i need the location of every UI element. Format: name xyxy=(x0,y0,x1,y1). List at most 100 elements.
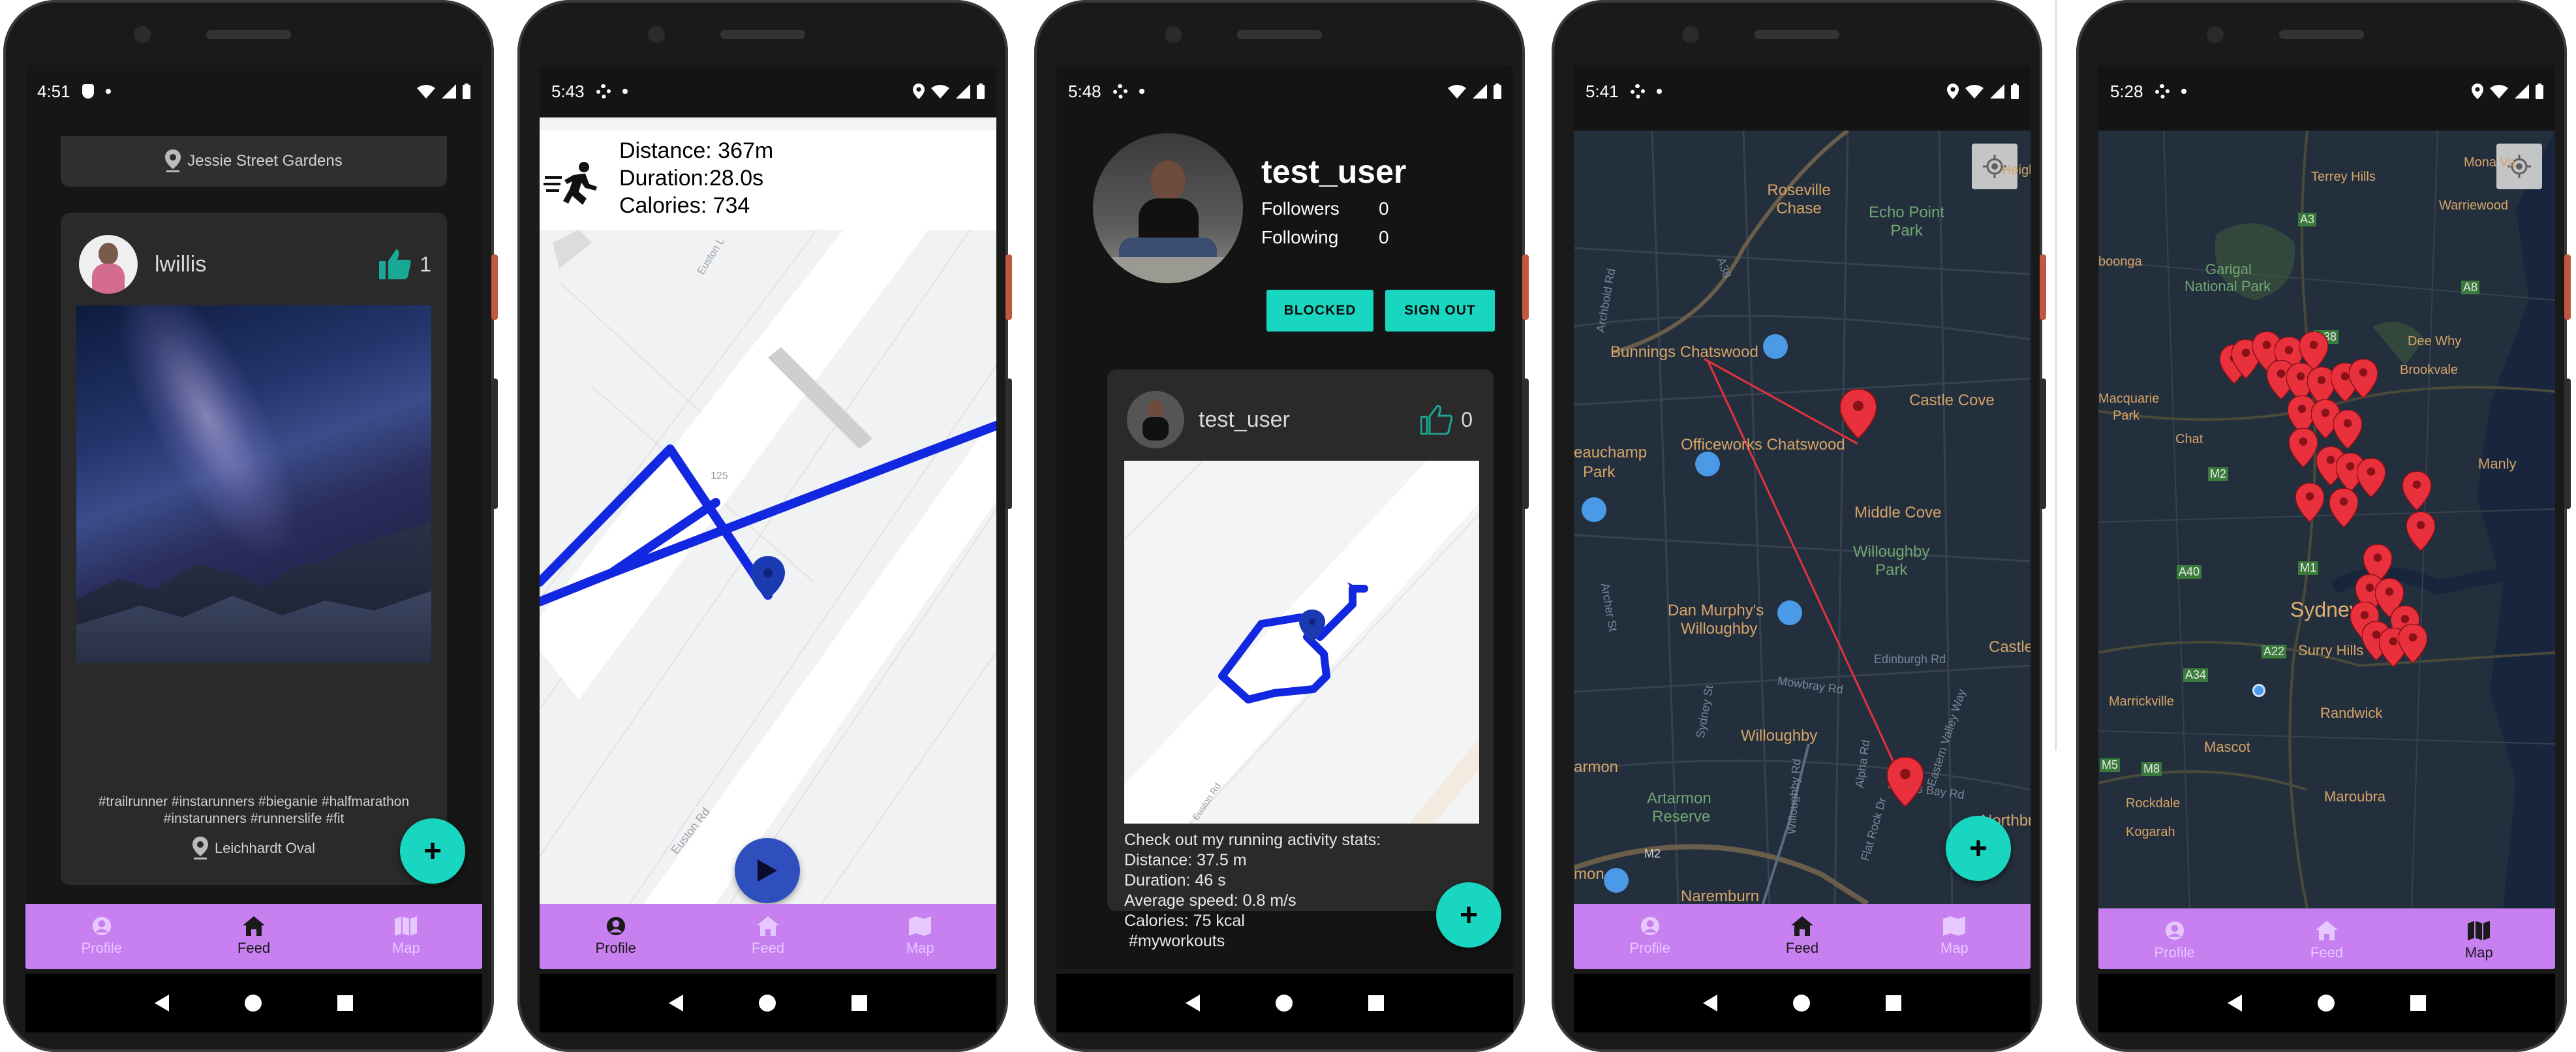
nav-label: Feed xyxy=(1785,940,1819,956)
map-label: Willoughby xyxy=(1853,543,1930,561)
status-icons xyxy=(1448,84,1501,99)
recents-icon[interactable] xyxy=(337,995,353,1011)
avatar[interactable] xyxy=(1127,391,1184,448)
shopping-bag-icon[interactable] xyxy=(1763,334,1788,359)
home-button-icon[interactable] xyxy=(759,995,776,1012)
shopping-bag-icon[interactable] xyxy=(1777,600,1802,625)
post-username[interactable]: test_user xyxy=(1199,407,1290,433)
map-label: Roseville Chase xyxy=(1767,181,1831,217)
post-location[interactable]: Leichhardt Oval xyxy=(61,837,447,860)
nav-feed[interactable]: Feed xyxy=(177,904,330,969)
location-card[interactable]: Jessie Street Gardens xyxy=(61,136,447,187)
recents-icon[interactable] xyxy=(851,995,867,1011)
map-marker-icon[interactable] xyxy=(2289,428,2318,467)
post-header: lwillis 1 xyxy=(79,235,431,294)
notification-dot-icon xyxy=(1656,89,1662,94)
blocked-button[interactable]: BLOCKED xyxy=(1266,290,1373,332)
nav-feed[interactable]: Feed xyxy=(1726,904,1878,969)
shopping-bag-icon[interactable] xyxy=(1695,452,1720,476)
speaker xyxy=(1237,30,1322,39)
start-run-button[interactable] xyxy=(735,838,800,903)
signal-icon xyxy=(956,84,970,99)
recents-icon[interactable] xyxy=(1886,995,1901,1011)
nav-map[interactable]: Map xyxy=(330,904,482,969)
profile-avatar[interactable] xyxy=(1093,133,1243,283)
profile-icon xyxy=(1640,916,1659,936)
signal-icon xyxy=(1473,84,1487,99)
map-marker-icon[interactable] xyxy=(2349,359,2378,398)
home-icon xyxy=(242,916,265,936)
followers-count: 0 xyxy=(1379,198,1389,219)
map-label: Manly xyxy=(2478,456,2517,472)
avatar[interactable] xyxy=(79,235,138,294)
nav-feed[interactable]: Feed xyxy=(2250,908,2402,969)
nav-profile[interactable]: Profile xyxy=(1574,904,1726,969)
like-button[interactable]: 0 xyxy=(1420,405,1473,435)
home-button-icon[interactable] xyxy=(245,995,262,1012)
road-label: M1 xyxy=(2298,561,2319,575)
speaker xyxy=(1755,30,1839,39)
map-label: Randwick xyxy=(2320,705,2383,721)
home-button-icon[interactable] xyxy=(2318,995,2335,1012)
route-map[interactable]: Euston L Euston Rd 125 xyxy=(540,230,996,904)
post-username[interactable]: lwillis xyxy=(155,252,206,277)
back-icon[interactable] xyxy=(669,995,683,1012)
post-card[interactable]: lwillis 1 #trailrunner #instarunners #bi… xyxy=(61,213,447,885)
route-map-canvas: Euston L Euston Rd 125 xyxy=(540,230,996,904)
shopping-bag-icon[interactable] xyxy=(1604,868,1629,893)
post-photo[interactable] xyxy=(76,305,431,663)
following-row[interactable]: Following 0 xyxy=(1261,227,1389,248)
map-marker-icon[interactable] xyxy=(1840,389,1877,439)
add-post-button[interactable]: + xyxy=(1946,816,2011,881)
map-label: Park xyxy=(1875,561,1908,579)
map-marker-icon[interactable] xyxy=(2399,624,2427,663)
map-view[interactable]: Height Roseville Chase Echo Point Park A… xyxy=(1574,131,2031,904)
nav-profile[interactable]: Profile xyxy=(540,904,692,969)
map-marker-icon[interactable] xyxy=(2329,488,2358,527)
map-view[interactable]: Mona Va Terrey Hills Warriewood A3 boong… xyxy=(2098,131,2555,908)
poi-dan-murphys[interactable]: Dan Murphy's xyxy=(1668,602,1764,620)
add-post-button[interactable]: + xyxy=(1436,882,1501,948)
nav-profile[interactable]: Profile xyxy=(25,904,177,969)
map-marker-icon[interactable] xyxy=(2406,512,2435,551)
back-icon[interactable] xyxy=(2228,995,2242,1012)
back-icon[interactable] xyxy=(155,995,169,1012)
map-label: boonga xyxy=(2098,255,2142,269)
post-card[interactable]: test_user 0 Euston Rd Check out my runni… xyxy=(1107,369,1494,950)
map-marker-icon[interactable] xyxy=(1887,757,1924,807)
home-button-icon[interactable] xyxy=(1276,995,1293,1012)
followers-row[interactable]: Followers 0 xyxy=(1261,198,1389,219)
nav-map[interactable]: Map xyxy=(844,904,996,969)
poi-dan-murphys[interactable]: Willoughby xyxy=(1681,620,1757,638)
following-label: Following xyxy=(1261,227,1339,247)
map-marker-icon[interactable] xyxy=(2295,483,2324,522)
road-label: M2 xyxy=(2208,467,2229,481)
phone-local-map: 5:41 Heig Roseville Chase Echo Point Par… xyxy=(1552,0,2046,1052)
post-route-map[interactable]: Euston Rd xyxy=(1124,461,1479,824)
add-post-button[interactable]: + xyxy=(400,818,465,884)
home-button-icon[interactable] xyxy=(1793,995,1810,1012)
back-icon[interactable] xyxy=(1186,995,1200,1012)
nav-label: Map xyxy=(1940,940,1969,956)
nav-feed[interactable]: Feed xyxy=(692,904,844,969)
side-button xyxy=(1005,379,1012,509)
map-label: Kogarah xyxy=(2126,825,2175,839)
poi-bunnings[interactable]: Bunnings Chatswood xyxy=(1610,343,1758,362)
like-button[interactable]: 1 xyxy=(379,249,431,279)
following-count: 0 xyxy=(1379,227,1389,247)
nav-profile[interactable]: Profile xyxy=(2098,908,2250,969)
map-marker-icon[interactable] xyxy=(2357,458,2385,497)
recents-icon[interactable] xyxy=(2410,995,2426,1011)
sign-out-button[interactable]: SIGN OUT xyxy=(1385,290,1495,332)
nav-map[interactable]: Map xyxy=(1878,904,2031,969)
speaker xyxy=(206,30,291,39)
like-count: 1 xyxy=(420,252,431,276)
profile-username: test_user xyxy=(1261,153,1407,190)
map-marker-icon[interactable] xyxy=(2333,410,2362,449)
map-marker-icon[interactable] xyxy=(2402,471,2431,510)
side-button xyxy=(1522,255,1529,320)
shopping-bag-icon[interactable] xyxy=(1582,497,1606,522)
back-icon[interactable] xyxy=(1703,995,1717,1012)
nav-map[interactable]: Map xyxy=(2403,908,2555,969)
recents-icon[interactable] xyxy=(1368,995,1384,1011)
